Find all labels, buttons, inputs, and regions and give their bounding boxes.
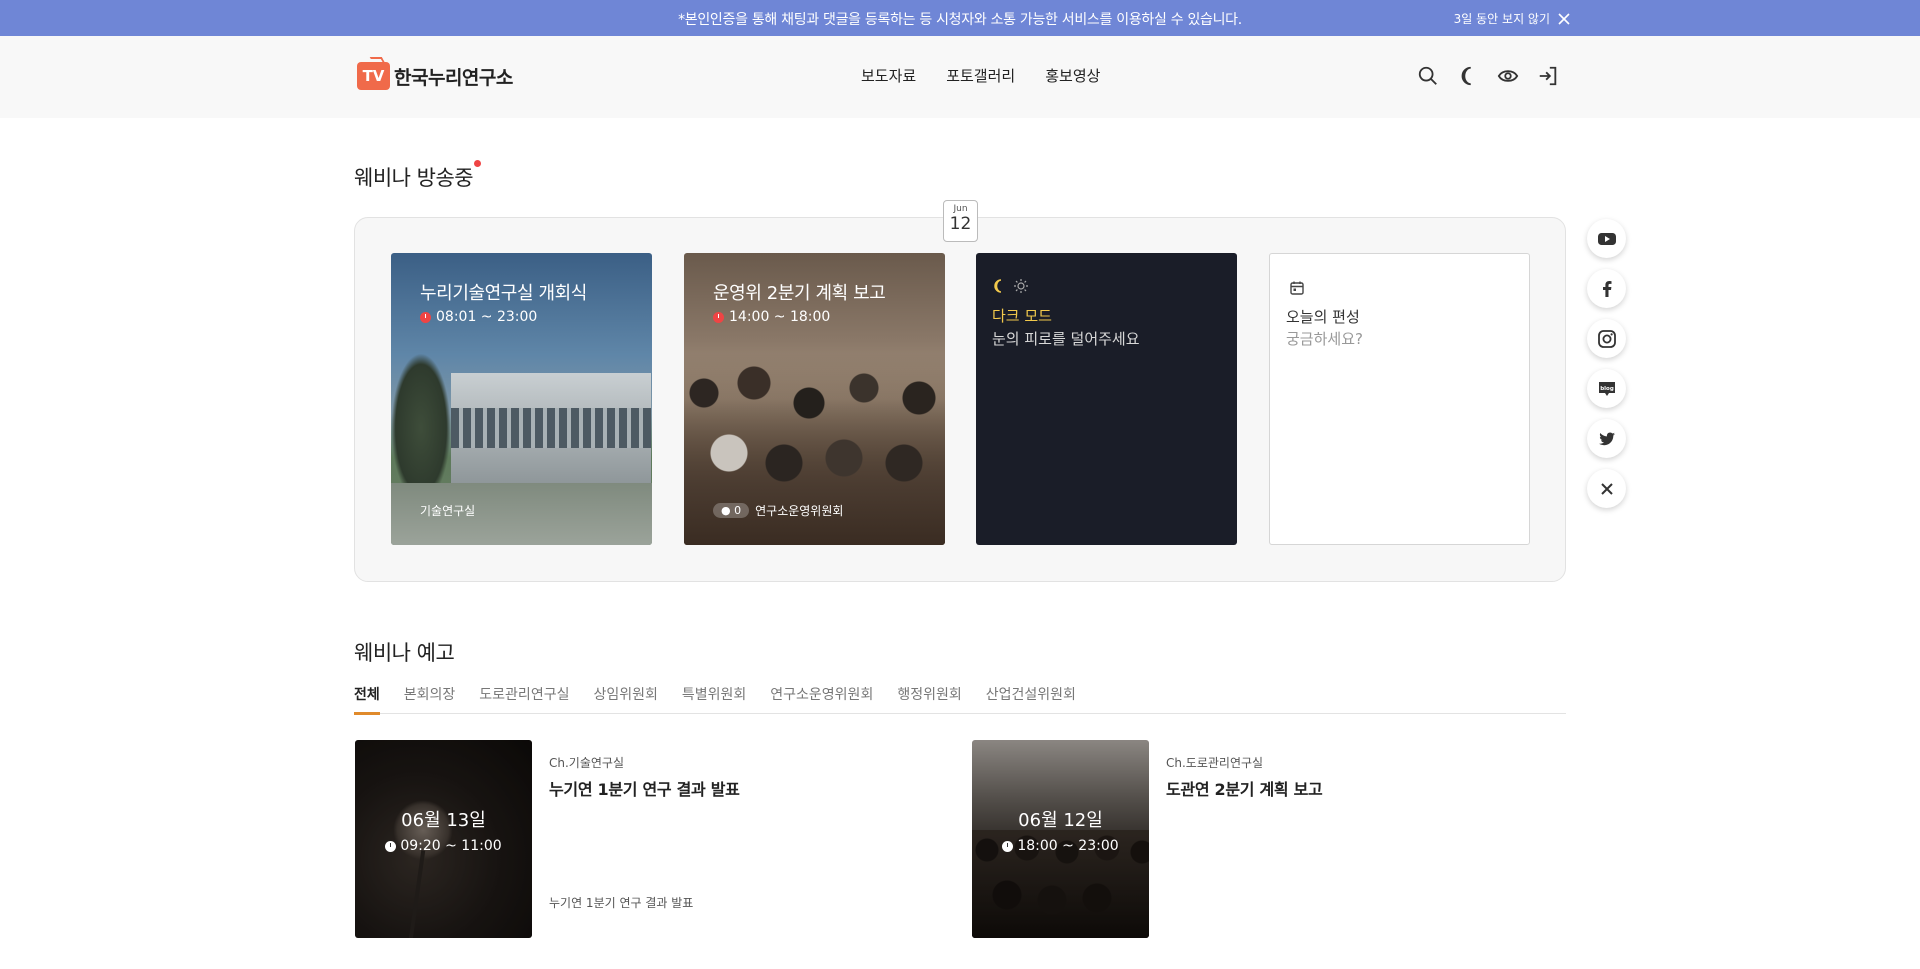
nav-photo-gallery[interactable]: 포토갤러리: [946, 65, 1015, 86]
live-indicator-dot: [474, 160, 481, 167]
card-background-image: [391, 353, 451, 503]
schedule-card[interactable]: 오늘의 편성 궁금하세요?: [1269, 253, 1530, 545]
logo-text: 한국누리연구소: [394, 66, 513, 89]
eye-icon[interactable]: [1497, 65, 1519, 87]
schedule-desc: 궁금하세요?: [1286, 330, 1363, 348]
clock-icon: [1002, 840, 1014, 852]
tab-standing-committee[interactable]: 상임위원회: [593, 684, 657, 714]
dismiss-3days-button[interactable]: 3일 동안 보지 않기: [1454, 10, 1570, 27]
dark-mode-desc: 눈의 피로를 덜어주세요: [992, 330, 1140, 348]
live-card-operations[interactable]: 운영위 2분기 계획 보고 14:00 ~ 18:00 ● 0 연구소운영위원회: [684, 253, 945, 545]
tab-industry-construction-committee[interactable]: 산업건설위원회: [986, 684, 1076, 714]
calendar-icon: [1290, 281, 1304, 295]
clock-icon: [713, 311, 724, 323]
close-social-button[interactable]: [1587, 469, 1626, 508]
card-time-text: 08:01 ~ 23:00: [436, 309, 538, 325]
item-time-text: 09:20 ~ 11:00: [400, 838, 502, 854]
moon-icon[interactable]: [1457, 65, 1479, 87]
nav-press-releases[interactable]: 보도자료: [861, 65, 916, 86]
login-icon[interactable]: [1537, 65, 1559, 87]
item-channel: Ch.기술연구실: [549, 756, 624, 770]
card-title: 운영위 2분기 계획 보고: [713, 283, 886, 304]
search-icon[interactable]: [1417, 65, 1439, 87]
notice-text: *본인인증을 통해 채팅과 댓글을 등록하는 등 시청자와 소통 가능한 서비스…: [678, 12, 1242, 28]
youtube-button[interactable]: [1587, 219, 1626, 258]
item-thumbnail: 06월 13일 09:20 ~ 11:00: [355, 740, 532, 938]
card-title: 누리기술연구실 개회식: [420, 283, 587, 304]
site-logo[interactable]: TV 한국누리연구소: [357, 62, 513, 90]
tab-operations-committee[interactable]: 연구소운영위원회: [770, 684, 873, 714]
item-time: 18:00 ~ 23:00: [972, 838, 1149, 854]
blog-icon: blog: [1598, 381, 1615, 396]
header-actions: [1417, 65, 1559, 87]
tab-all[interactable]: 전체: [354, 684, 380, 715]
card-time: 08:01 ~ 23:00: [420, 309, 537, 325]
tv-logo-icon: TV: [357, 62, 390, 90]
upcoming-item[interactable]: 06월 13일 09:20 ~ 11:00 Ch.기술연구실 누기연 1분기 연…: [355, 740, 955, 938]
card-channel-text: 연구소운영위원회: [755, 504, 844, 518]
item-title: 도관연 2분기 계획 보고: [1166, 780, 1323, 799]
item-thumbnail: 06월 12일 18:00 ~ 23:00: [972, 740, 1149, 938]
theme-icons: [992, 279, 1028, 293]
upcoming-section-title: 웨비나 예고: [354, 641, 455, 665]
category-tabs: 전체 본회의장 도로관리연구실 상임위원회 특별위원회 연구소운영위원회 행정위…: [354, 684, 1566, 715]
item-time: 09:20 ~ 11:00: [355, 838, 532, 854]
card-channel-text: 기술연구실: [420, 504, 476, 518]
person-icon: ●: [721, 504, 731, 517]
dark-mode-title: 다크 모드: [992, 307, 1052, 325]
card-time-text: 14:00 ~ 18:00: [729, 309, 831, 325]
item-channel: Ch.도로관리연구실: [1166, 756, 1264, 770]
date-badge: Jun 12: [943, 200, 978, 242]
youtube-icon: [1597, 232, 1616, 245]
dark-mode-card[interactable]: 다크 모드 눈의 피로를 덜어주세요: [976, 253, 1237, 545]
tab-admin-committee[interactable]: 행정위원회: [897, 684, 961, 714]
date-day: 12: [949, 214, 972, 234]
svg-text:blog: blog: [1600, 386, 1614, 392]
close-icon: [1558, 12, 1570, 25]
viewer-count-badge: ● 0: [713, 503, 750, 518]
moon-icon: [994, 279, 1002, 293]
date-month: Jun: [953, 204, 968, 214]
facebook-icon: [1602, 280, 1611, 297]
tab-road-mgmt-lab[interactable]: 도로관리연구실: [479, 684, 569, 714]
twitter-button[interactable]: [1587, 419, 1626, 458]
site-header: TV 한국누리연구소 보도자료 포토갤러리 홍보영상: [0, 36, 1920, 118]
item-description: 누기연 1분기 연구 결과 발표: [549, 896, 694, 910]
live-section-title: 웨비나 방송중: [354, 166, 474, 190]
live-card-tech-lab[interactable]: 누리기술연구실 개회식 08:01 ~ 23:00 기술연구실: [391, 253, 652, 545]
social-sidebar: blog: [1587, 219, 1626, 508]
dismiss-label: 3일 동안 보지 않기: [1453, 12, 1550, 26]
sun-icon: [1014, 279, 1028, 293]
building-image: [451, 373, 651, 483]
card-time: 14:00 ~ 18:00: [713, 309, 830, 325]
tab-plenary-hall[interactable]: 본회의장: [404, 684, 456, 714]
card-channel: ● 0 연구소운영위원회: [713, 502, 843, 519]
item-title: 누기연 1분기 연구 결과 발표: [549, 780, 740, 799]
clock-icon: [385, 840, 397, 852]
notice-banner: *본인인증을 통해 채팅과 댓글을 등록하는 등 시청자와 소통 가능한 서비스…: [0, 0, 1920, 36]
nav-promo-video[interactable]: 홍보영상: [1045, 65, 1100, 86]
blog-button[interactable]: blog: [1587, 369, 1626, 408]
close-icon: [1600, 482, 1613, 495]
instagram-icon: [1597, 329, 1616, 348]
main-nav: 보도자료 포토갤러리 홍보영상: [861, 65, 1100, 86]
card-channel: 기술연구실: [420, 502, 475, 519]
viewer-count: 0: [734, 504, 742, 517]
clock-icon: [420, 311, 431, 323]
item-date: 06월 13일: [401, 810, 486, 831]
item-date: 06월 12일: [1018, 810, 1103, 831]
twitter-icon: [1598, 432, 1615, 445]
instagram-button[interactable]: [1587, 319, 1626, 358]
schedule-title: 오늘의 편성: [1286, 308, 1360, 326]
item-time-text: 18:00 ~ 23:00: [1017, 838, 1119, 854]
facebook-button[interactable]: [1587, 269, 1626, 308]
upcoming-item[interactable]: 06월 12일 18:00 ~ 23:00 Ch.도로관리연구실 도관연 2분기…: [972, 740, 1572, 938]
tab-special-committee[interactable]: 특별위원회: [682, 684, 746, 714]
